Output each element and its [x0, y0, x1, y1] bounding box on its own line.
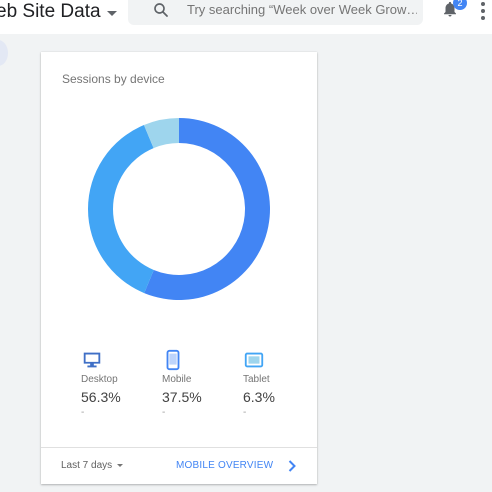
metric-desktop: Desktop 56.3% - — [81, 349, 151, 418]
desktop-icon — [83, 352, 101, 368]
nav-indicator — [0, 40, 8, 66]
metric-mobile: Mobile 37.5% - — [162, 349, 232, 418]
metric-value: 56.3% — [81, 389, 121, 405]
metric-label: Desktop — [81, 374, 118, 385]
more-vert-icon[interactable] — [481, 2, 487, 20]
date-range-label: Last 7 days — [61, 460, 113, 471]
property-selector[interactable]: eb Site Data — [0, 1, 117, 23]
property-title: eb Site Data — [0, 1, 101, 22]
search-placeholder: Try searching “Week over Week Grow… — [187, 2, 417, 17]
device-donut-chart — [88, 118, 270, 300]
metric-label: Tablet — [243, 374, 270, 385]
donut-slice-mobile — [88, 125, 154, 294]
card-footer: Last 7 days MOBILE OVERVIEW — [41, 447, 317, 484]
mobile-overview-link[interactable]: MOBILE OVERVIEW — [176, 460, 273, 471]
mobile-icon — [166, 349, 180, 371]
notification-badge: 2 — [453, 0, 467, 10]
search-icon — [154, 3, 168, 17]
metric-tablet: Tablet 6.3% - — [243, 349, 313, 418]
metric-delta: - — [162, 407, 166, 418]
date-range-selector[interactable]: Last 7 days — [61, 460, 124, 471]
tablet-icon — [244, 352, 264, 368]
card-title: Sessions by device — [62, 72, 165, 86]
metric-delta: - — [243, 407, 247, 418]
chevron-right-icon[interactable] — [288, 460, 296, 472]
metric-value: 6.3% — [243, 389, 275, 405]
donut-slice-desktop — [144, 118, 270, 300]
metric-delta: - — [81, 407, 85, 418]
sessions-by-device-card: Sessions by device Desktop 56.3% - Mobil… — [41, 52, 317, 484]
chevron-down-icon — [106, 11, 117, 16]
top-app-bar: eb Site Data Try searching “Week over We… — [0, 0, 492, 34]
metric-label: Mobile — [162, 374, 192, 385]
chevron-down-icon — [117, 464, 124, 467]
metric-value: 37.5% — [162, 389, 202, 405]
search-bar[interactable]: Try searching “Week over Week Grow… — [128, 0, 423, 25]
